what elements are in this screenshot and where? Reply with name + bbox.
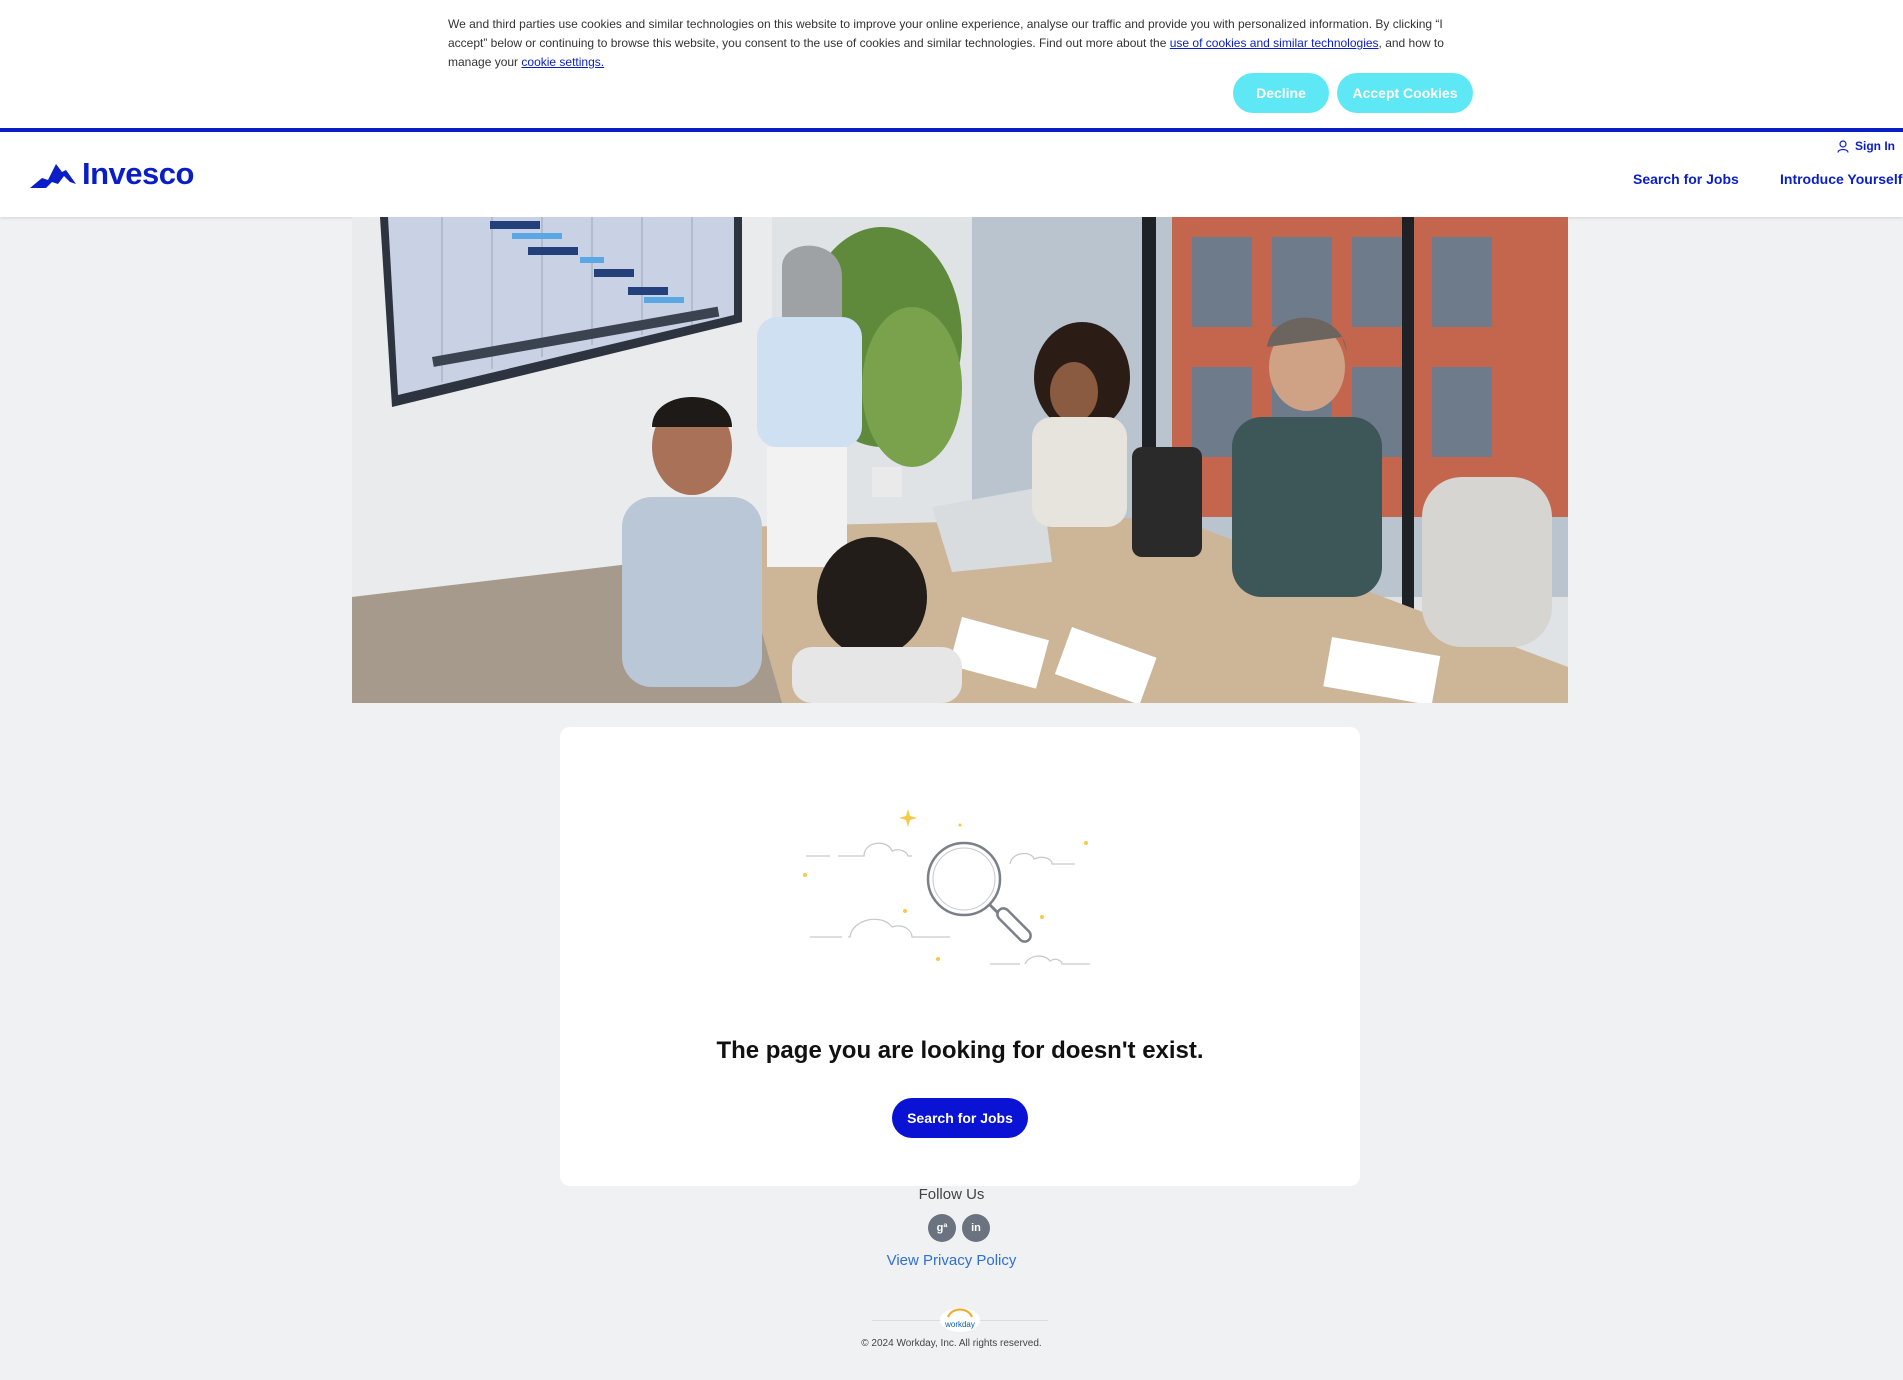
follow-us-label: Follow Us xyxy=(918,1186,985,1203)
accept-cookies-button[interactable]: Accept Cookies xyxy=(1337,73,1473,113)
site-header: Invesco Sign In Search for Jobs Introduc… xyxy=(0,132,1903,217)
cookie-policy-link[interactable]: use of cookies and similar technologies xyxy=(1170,36,1379,50)
logo-text: Invesco xyxy=(82,156,194,191)
magnifying-glass-clouds-icon xyxy=(803,809,1090,965)
office-meeting-photo-icon xyxy=(352,217,1568,703)
cookie-message: We and third parties use cookies and sim… xyxy=(448,15,1456,72)
user-icon xyxy=(1837,139,1849,153)
glassdoor-icon[interactable]: gª xyxy=(928,1214,956,1242)
error-card: The page you are looking for doesn't exi… xyxy=(560,727,1360,1186)
decline-button[interactable]: Decline xyxy=(1233,73,1329,113)
nav-introduce-yourself[interactable]: Introduce Yourself xyxy=(1780,171,1902,187)
not-found-message: The page you are looking for doesn't exi… xyxy=(716,1037,1204,1064)
workday-logo-text: workday xyxy=(944,1320,975,1329)
hero-image xyxy=(352,217,1568,703)
invesco-logo[interactable]: Invesco xyxy=(28,156,194,192)
social-links: gª in xyxy=(928,1214,990,1242)
mountain-logo-icon xyxy=(30,164,76,188)
workday-logo-icon: workday xyxy=(940,1308,980,1332)
cookie-banner: We and third parties use cookies and sim… xyxy=(0,0,1903,128)
search-for-jobs-button[interactable]: Search for Jobs xyxy=(892,1098,1028,1138)
workday-logo: workday xyxy=(938,1303,982,1333)
copyright-text: © 2024 Workday, Inc. All rights reserved… xyxy=(861,1338,1042,1349)
cookie-settings-link[interactable]: cookie settings. xyxy=(521,55,604,69)
privacy-policy-link[interactable]: View Privacy Policy xyxy=(0,1252,1903,1269)
nav-search-for-jobs[interactable]: Search for Jobs xyxy=(1633,171,1739,187)
sign-in-link[interactable]: Sign In xyxy=(1837,139,1895,153)
linkedin-icon[interactable]: in xyxy=(962,1214,990,1242)
sign-in-label: Sign In xyxy=(1855,139,1895,153)
